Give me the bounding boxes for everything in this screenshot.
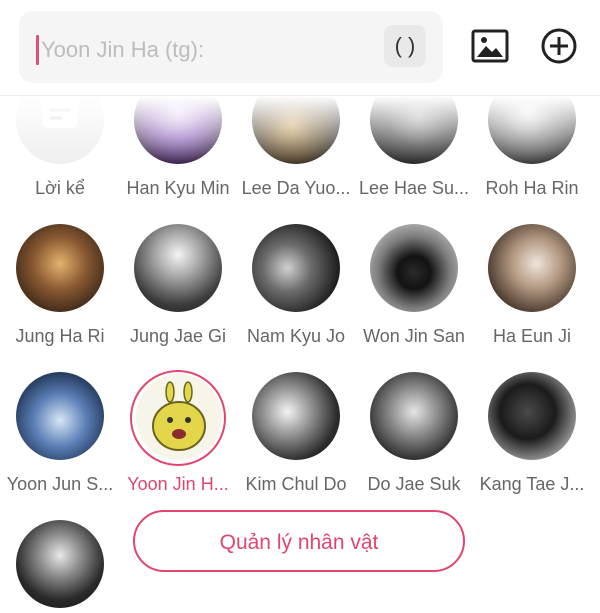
avatar xyxy=(488,224,576,312)
message-input[interactable]: Yoon Jin Ha (tg): ( ) xyxy=(19,11,443,83)
add-circle-icon[interactable] xyxy=(539,26,579,66)
character-name: Lời kể xyxy=(35,178,85,198)
avatar xyxy=(134,224,222,312)
character-name: Kim Chul Do xyxy=(245,474,347,494)
manage-characters-button[interactable]: Quản lý nhân vật xyxy=(133,510,465,572)
character-name: Lee Hae Su... xyxy=(358,178,470,198)
avatar xyxy=(16,372,104,460)
top-bar: Yoon Jin Ha (tg): ( ) xyxy=(0,0,600,96)
avatar xyxy=(252,224,340,312)
avatar xyxy=(370,372,458,460)
avatar xyxy=(370,96,458,164)
input-placeholder: Yoon Jin Ha (tg): xyxy=(41,37,205,62)
narration-icon xyxy=(16,96,104,164)
character-name: Ha Eun Ji xyxy=(492,326,572,346)
character-name: Jung Jae Gi xyxy=(129,326,227,346)
character-name: Yoon Jin H... xyxy=(127,474,229,494)
avatar xyxy=(370,224,458,312)
parentheses-button[interactable]: ( ) xyxy=(384,25,426,67)
avatar xyxy=(488,372,576,460)
image-icon[interactable] xyxy=(470,26,510,66)
character-name: Roh Ha Rin xyxy=(485,178,579,198)
avatar xyxy=(252,96,340,164)
character-name: Yoon Jun S... xyxy=(6,474,114,494)
character-name: Do Jae Suk xyxy=(367,474,461,494)
avatar xyxy=(252,372,340,460)
character-name: Han Kyu Min xyxy=(126,178,230,198)
avatar xyxy=(16,224,104,312)
avatar xyxy=(16,520,104,608)
text-caret xyxy=(36,35,39,65)
avatar xyxy=(488,96,576,164)
character-name: Lee Da Yuo... xyxy=(241,178,351,198)
avatar xyxy=(134,96,222,164)
character-name: Kang Tae J... xyxy=(479,474,585,494)
character-name: Won Jin San xyxy=(363,326,465,346)
avatar xyxy=(136,374,222,460)
character-name: Jung Ha Ri xyxy=(15,326,105,346)
character-name: Nam Kyu Jo xyxy=(246,326,346,346)
